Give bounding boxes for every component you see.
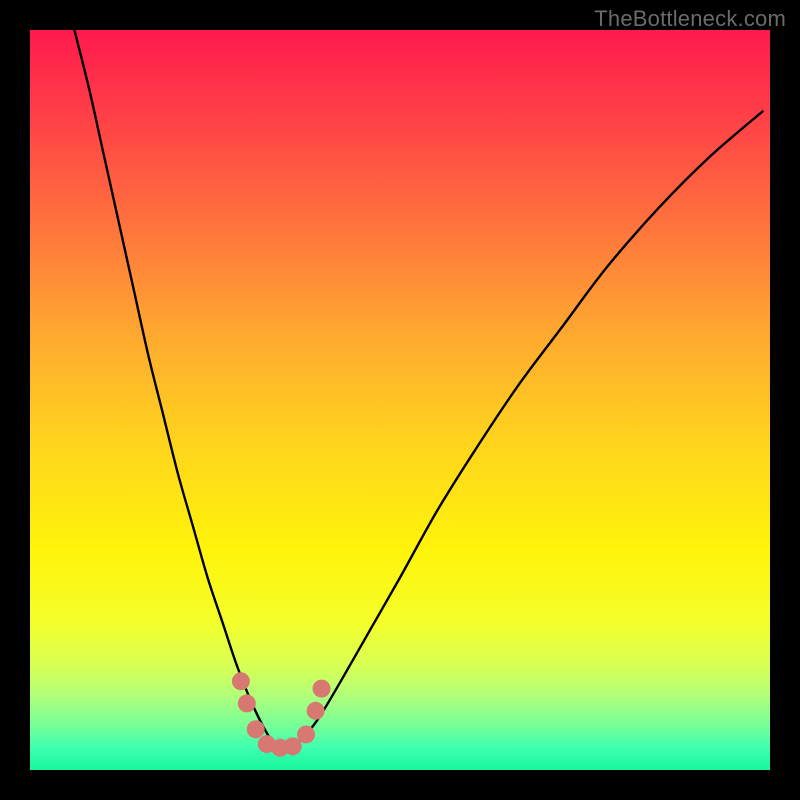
plot-area [30,30,770,770]
marker-point [247,720,265,738]
marker-point [232,672,250,690]
marker-point [297,725,315,743]
watermark-text: TheBottleneck.com [594,6,786,32]
chart-frame: TheBottleneck.com [0,0,800,800]
marker-point [238,694,256,712]
highlight-markers [232,672,331,757]
marker-point [307,702,325,720]
bottleneck-curve [74,30,762,749]
marker-point [313,680,331,698]
curve-layer [30,30,770,770]
